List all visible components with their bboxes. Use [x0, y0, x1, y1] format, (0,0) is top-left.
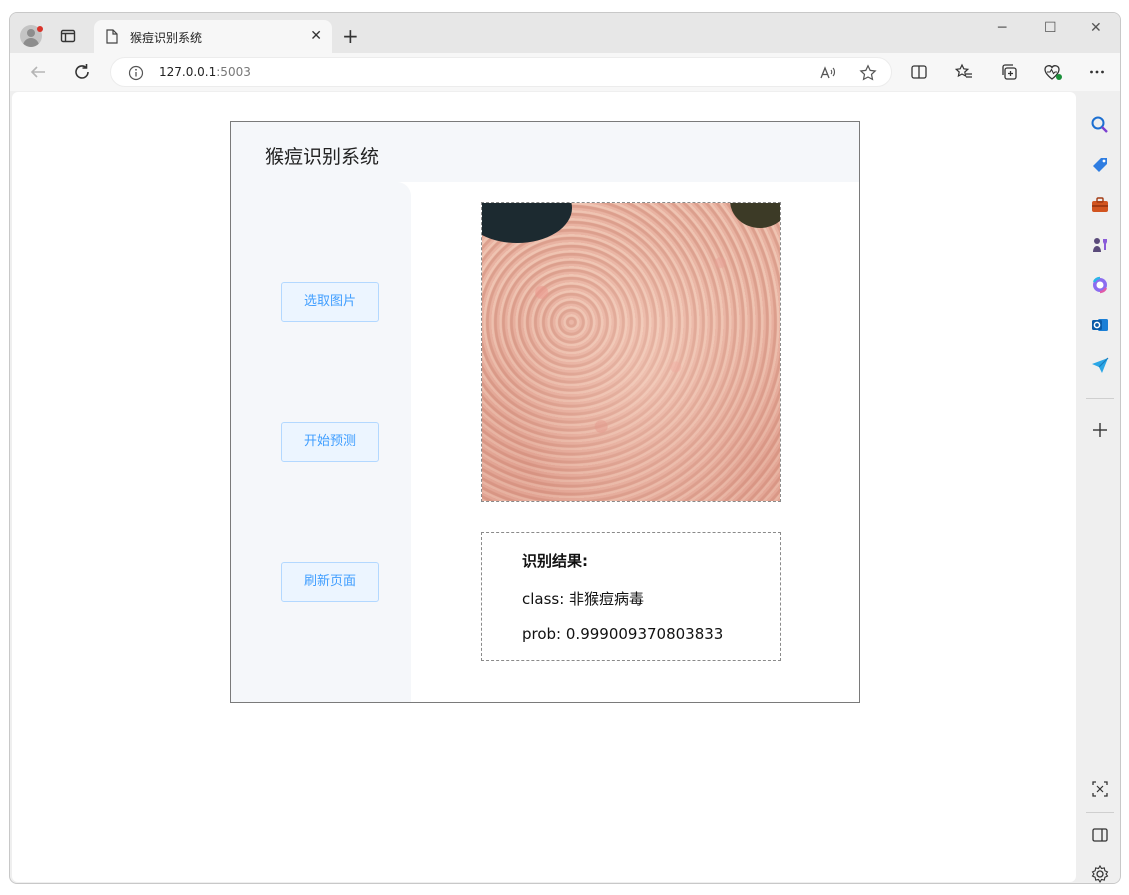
app-aside: 选取图片 开始预测 刷新页面 — [231, 182, 411, 702]
url-port: :5003 — [216, 65, 251, 79]
info-icon[interactable] — [128, 65, 144, 85]
edge-sidebar — [1078, 92, 1120, 883]
browser-essentials-icon[interactable] — [1043, 63, 1063, 85]
skin-rash-image — [482, 203, 780, 501]
add-icon[interactable] — [1090, 420, 1110, 440]
app-container: 猴痘识别系统 选取图片 开始预测 刷新页面 识别结果: class: 非猴痘病毒… — [230, 121, 860, 703]
back-icon[interactable] — [28, 62, 48, 82]
sidebar-toggle-icon[interactable] — [1090, 825, 1110, 845]
avatar-body — [23, 38, 39, 47]
app-main: 识别结果: class: 非猴痘病毒 prob: 0.9990093708038… — [411, 182, 859, 702]
copilot-icon[interactable] — [1090, 275, 1110, 295]
select-image-button[interactable]: 选取图片 — [281, 282, 379, 322]
sidebar-divider-bottom — [1086, 812, 1114, 813]
collections-icon[interactable] — [1000, 63, 1018, 85]
tab-close-icon[interactable]: ✕ — [310, 29, 322, 43]
favorite-star-icon[interactable] — [859, 64, 877, 86]
split-screen-icon[interactable] — [910, 63, 928, 85]
url-text: 127.0.0.1:5003 — [159, 65, 251, 79]
tab-bar: 猴痘识别系统 ✕ + ─ ☐ ✕ — [10, 13, 1120, 53]
browser-toolbar: 127.0.0.1:5003 — [10, 53, 1120, 91]
page-icon — [106, 29, 118, 48]
result-box: 识别结果: class: 非猴痘病毒 prob: 0.9990093708038… — [481, 532, 781, 661]
maximize-button[interactable]: ☐ — [1044, 21, 1057, 35]
result-prob: prob: 0.999009370803833 — [522, 625, 724, 643]
refresh-icon[interactable] — [72, 62, 92, 82]
screenshot-icon[interactable] — [1090, 779, 1110, 799]
search-icon[interactable] — [1090, 115, 1110, 135]
url-host: 127.0.0.1 — [159, 65, 217, 79]
result-class: class: 非猴痘病毒 — [522, 590, 645, 608]
tab-title: 猴痘识别系统 — [130, 31, 203, 45]
outlook-icon[interactable] — [1090, 315, 1110, 335]
toolbox-icon[interactable] — [1090, 195, 1110, 215]
tab-active[interactable]: 猴痘识别系统 ✕ — [94, 20, 332, 53]
notification-dot — [37, 26, 43, 32]
refresh-page-button[interactable]: 刷新页面 — [281, 562, 379, 602]
page-title: 猴痘识别系统 — [265, 146, 380, 168]
app-header: 猴痘识别系统 — [231, 122, 859, 182]
new-tab-button[interactable]: + — [342, 26, 359, 46]
avatar-head — [27, 29, 35, 37]
address-bar[interactable]: 127.0.0.1:5003 — [110, 57, 892, 87]
start-predict-button[interactable]: 开始预测 — [281, 422, 379, 462]
favorites-icon[interactable] — [954, 63, 973, 85]
result-heading: 识别结果: — [522, 552, 588, 570]
read-aloud-icon[interactable] — [819, 64, 837, 86]
sidebar-divider — [1086, 398, 1114, 399]
tag-icon[interactable] — [1090, 155, 1110, 175]
send-icon[interactable] — [1090, 355, 1110, 375]
chess-icon[interactable] — [1090, 235, 1110, 255]
image-preview — [481, 202, 781, 502]
minimize-button[interactable]: ─ — [998, 21, 1006, 35]
tab-actions-icon[interactable] — [60, 28, 76, 44]
close-window-button[interactable]: ✕ — [1090, 21, 1102, 35]
settings-icon[interactable] — [1090, 864, 1110, 883]
more-menu-icon[interactable] — [1088, 63, 1106, 85]
